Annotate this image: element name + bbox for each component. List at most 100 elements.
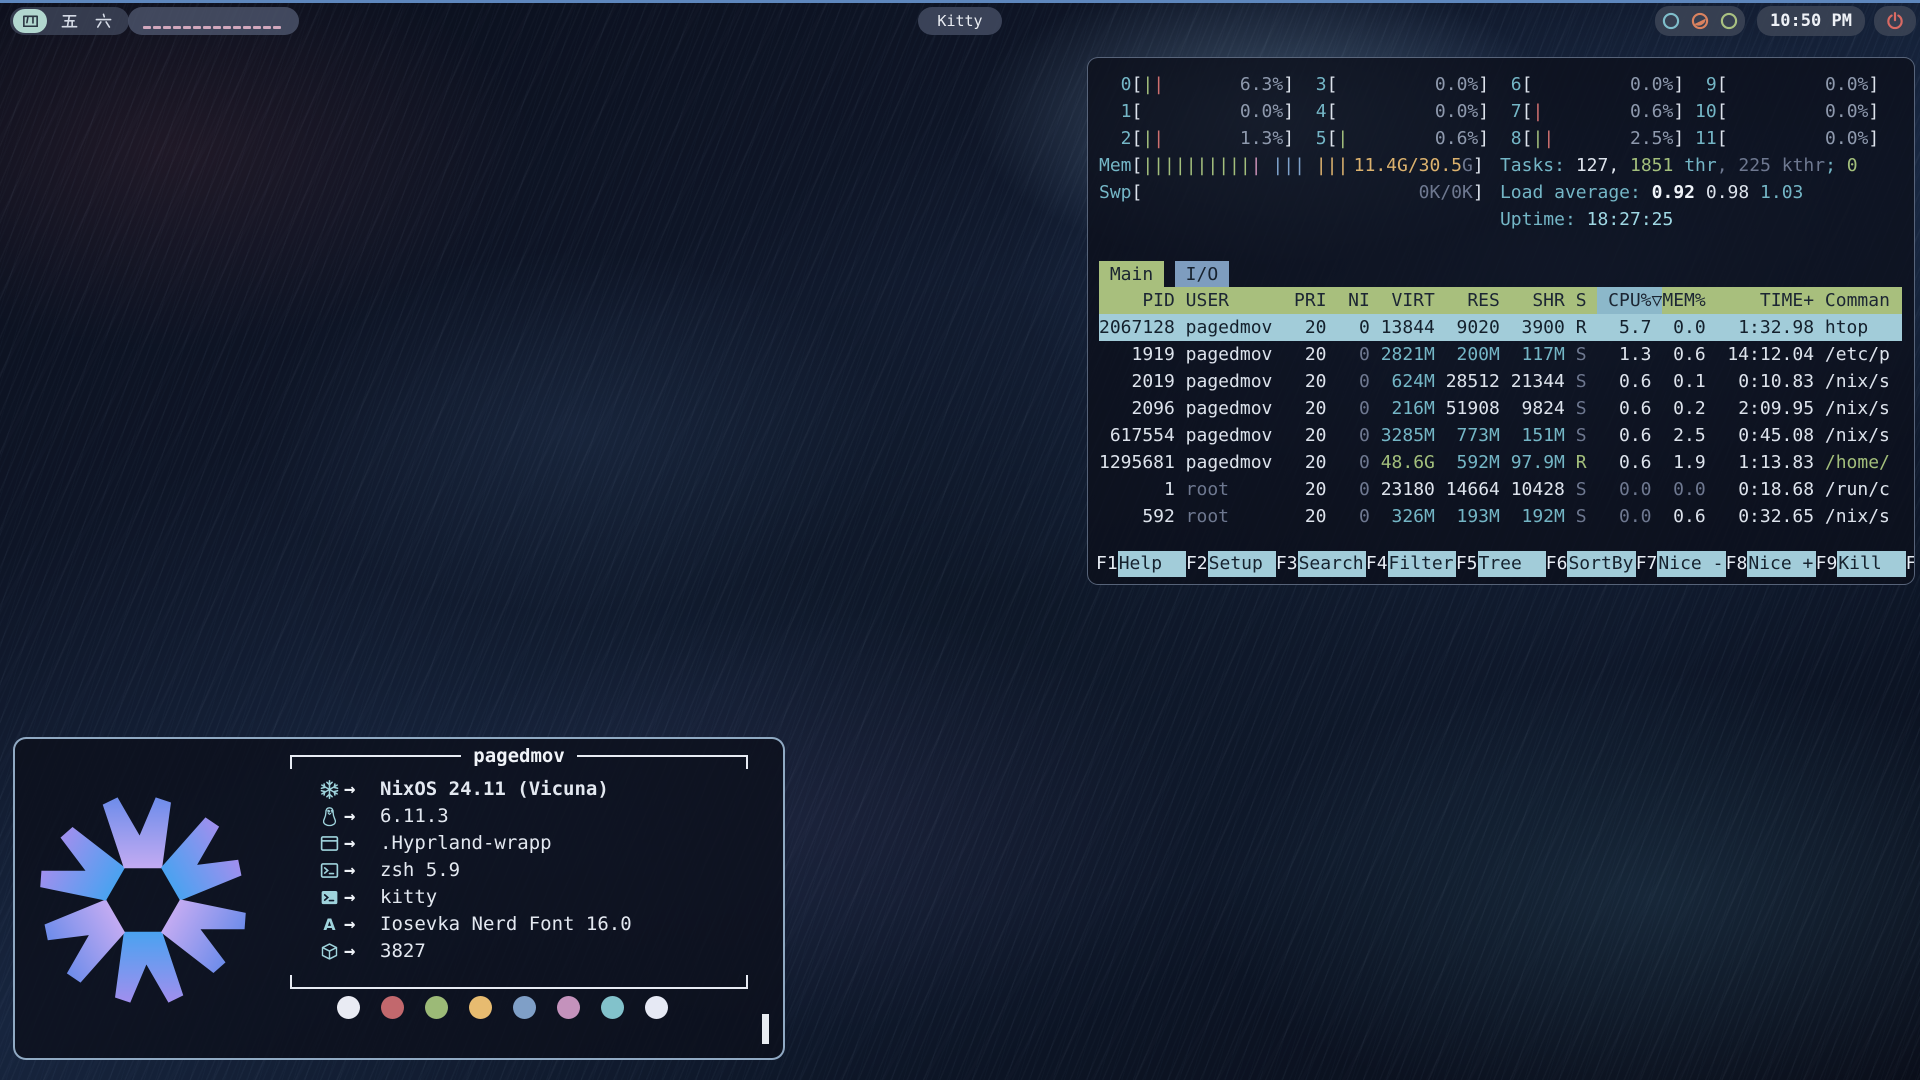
clock-pill[interactable]: 10:50 PM	[1757, 6, 1865, 36]
fetch-box-bottom-border	[290, 975, 748, 989]
fkey-f8[interactable]: F8Nice +	[1726, 551, 1816, 577]
column-header-res[interactable]: RES	[1446, 287, 1500, 314]
tasks-line: Tasks: 127, 1851 thr, 225 kthr; 0	[1500, 152, 1908, 179]
fkey-f7[interactable]: F7Nice -	[1636, 551, 1726, 577]
column-header-virt[interactable]: VIRT	[1381, 287, 1435, 314]
column-header-cpu[interactable]: CPU%▽	[1597, 287, 1662, 314]
process-row[interactable]: 2067128pagedmov2001384490203900R5.70.01:…	[1099, 314, 1902, 341]
fetch-entry: →6.11.3	[314, 803, 748, 830]
fkey-f6[interactable]: F6SortBy	[1546, 551, 1636, 577]
fetch-terminal-window[interactable]: pagedmov →NixOS 24.11 (Vicuna)→6.11.3→.H…	[13, 737, 785, 1060]
fetch-entry: →3827	[314, 938, 748, 965]
power-button[interactable]	[1874, 6, 1916, 36]
column-header-st[interactable]: S	[1576, 287, 1587, 314]
palette-dot	[469, 996, 492, 1019]
htop-tab-main[interactable]: Main	[1099, 261, 1164, 287]
cpu-meter-5: 5[|0.6%]	[1294, 125, 1489, 152]
arrow-icon: →	[344, 803, 380, 830]
process-row[interactable]: 592root200326M193M192MS0.00.60:32.65/nix…	[1099, 503, 1902, 530]
fkey-f[interactable]: F	[1906, 551, 1914, 577]
visualizer-bars	[143, 26, 281, 29]
teal-ring-icon[interactable]	[1661, 11, 1681, 31]
fkey-f4[interactable]: F4Filter	[1366, 551, 1456, 577]
fetch-entry-text: 3827	[380, 938, 426, 965]
swap-meter: Swp[0K/0K]	[1099, 179, 1484, 206]
fetch-entry: →zsh 5.9	[314, 857, 748, 884]
cpu-meter-10: 10[0.0%]	[1684, 98, 1879, 125]
workspaces-pill[interactable]	[10, 7, 129, 35]
cpu-meter-6: 6[0.0%]	[1489, 71, 1684, 98]
workspace-五[interactable]	[57, 9, 81, 33]
palette-dot	[645, 996, 668, 1019]
fkey-f2[interactable]: F2Setup	[1186, 551, 1276, 577]
arrow-icon: →	[344, 857, 380, 884]
fkey-f3[interactable]: F3Search	[1276, 551, 1366, 577]
tux-penguin-icon	[314, 806, 344, 827]
cpu-meters: 0[||6.3%]3[0.0%]6[0.0%]9[0.0%]1[0.0%]4[0…	[1099, 71, 1908, 152]
workspace-四[interactable]	[13, 9, 47, 33]
process-row[interactable]: 1919pagedmov2002821M200M117MS1.30.614:12…	[1099, 341, 1902, 368]
font-icon: A	[314, 914, 344, 935]
arrow-icon: →	[344, 938, 380, 965]
spacer-line	[1099, 233, 1908, 260]
process-row[interactable]: 1295681pagedmov20048.6G592M97.9MR0.61.91…	[1099, 449, 1902, 476]
htop-content: 0[||6.3%]3[0.0%]6[0.0%]9[0.0%]1[0.0%]4[0…	[1088, 58, 1914, 584]
cpu-meter-11: 11[0.0%]	[1684, 125, 1879, 152]
column-header-cmd[interactable]: Comman	[1825, 287, 1902, 314]
process-table-header[interactable]: PID USER PRI NI VIRT RES SHR S CPU%▽MEM% TIME+ Com…	[1099, 287, 1902, 314]
column-header-pri[interactable]: PRI	[1294, 287, 1327, 314]
process-row[interactable]: 2096pagedmov200216M519089824S0.60.22:09.…	[1099, 395, 1902, 422]
shell-prompt-icon	[314, 860, 344, 881]
column-header-mem[interactable]: MEM%	[1662, 287, 1705, 314]
palette-dot	[425, 996, 448, 1019]
htop-terminal-window[interactable]: 0[||6.3%]3[0.0%]6[0.0%]9[0.0%]1[0.0%]4[0…	[1087, 57, 1915, 585]
workspace-六[interactable]	[91, 9, 115, 33]
top-bar: Kitty 10:50 PM	[0, 0, 1920, 44]
package-icon	[314, 941, 344, 962]
palette-dot	[337, 996, 360, 1019]
process-row[interactable]: 617554pagedmov2003285M773M151MS0.62.50:4…	[1099, 422, 1902, 449]
audio-visualizer-pill[interactable]	[128, 7, 299, 35]
fkey-f5[interactable]: F5Tree	[1456, 551, 1546, 577]
fkey-f9[interactable]: F9Kill	[1816, 551, 1906, 577]
cpu-meter-3: 3[0.0%]	[1294, 71, 1489, 98]
uptime-line: Uptime: 18:27:25	[1500, 206, 1908, 233]
memory-meter: Mem[||||||||||| ||| |||11.4G/30.5G]	[1099, 152, 1484, 179]
cpu-meter-7: 7[|0.6%]	[1489, 98, 1684, 125]
process-row[interactable]: 2019pagedmov200624M2851221344S0.60.10:10…	[1099, 368, 1902, 395]
arrow-icon: →	[344, 776, 380, 803]
arrow-icon: →	[344, 884, 380, 911]
fetch-box-top-border: pagedmov	[290, 755, 748, 769]
column-header-time[interactable]: TIME+	[1717, 287, 1815, 314]
night-light-icon[interactable]	[1690, 11, 1710, 31]
swap-row: Swp[0K/0K] Load average: 0.92 0.98 1.03	[1099, 179, 1908, 206]
tray-pill[interactable]	[1655, 6, 1745, 36]
fetch-entry: →kitty	[314, 884, 748, 911]
cjk-glyph-icon	[94, 12, 113, 31]
fkey-f1[interactable]: F1Help	[1096, 551, 1186, 577]
column-header-shr[interactable]: SHR	[1511, 287, 1565, 314]
function-key-bar: F1HelpF2SetupF3SearchF4FilterF5TreeF6Sor…	[1096, 551, 1914, 577]
process-table-rows: 2067128pagedmov2001384490203900R5.70.01:…	[1099, 314, 1908, 530]
column-header-pid[interactable]: PID	[1099, 287, 1175, 314]
htop-tab-io[interactable]: I/O	[1175, 261, 1229, 287]
fetch-entry-text: .Hyprland-wrapp	[380, 830, 552, 857]
green-ring-icon[interactable]	[1719, 11, 1739, 31]
process-row[interactable]: 1root200231801466410428S0.00.00:18.68/ru…	[1099, 476, 1902, 503]
palette-dot	[513, 996, 536, 1019]
uptime-row: Uptime: 18:27:25	[1099, 206, 1908, 233]
memory-row: Mem[||||||||||| ||| |||11.4G/30.5G] Task…	[1099, 152, 1908, 179]
arrow-icon: →	[344, 911, 380, 938]
palette-dot	[381, 996, 404, 1019]
htop-tabs: Main I/O	[1099, 260, 1908, 287]
terminal-icon	[314, 887, 344, 908]
fetch-entry-text: 6.11.3	[380, 803, 449, 830]
cpu-meter-9: 9[0.0%]	[1684, 71, 1879, 98]
cpu-meter-1: 1[0.0%]	[1099, 98, 1294, 125]
column-header-user[interactable]: USER	[1186, 287, 1284, 314]
column-header-ni[interactable]: NI	[1337, 287, 1370, 314]
terminal-color-palette	[337, 996, 668, 1019]
fetch-entries: →NixOS 24.11 (Vicuna)→6.11.3→.Hyprland-w…	[290, 769, 748, 975]
load-average-line: Load average: 0.92 0.98 1.03	[1500, 179, 1908, 206]
fetch-entry: A→Iosevka Nerd Font 16.0	[314, 911, 748, 938]
